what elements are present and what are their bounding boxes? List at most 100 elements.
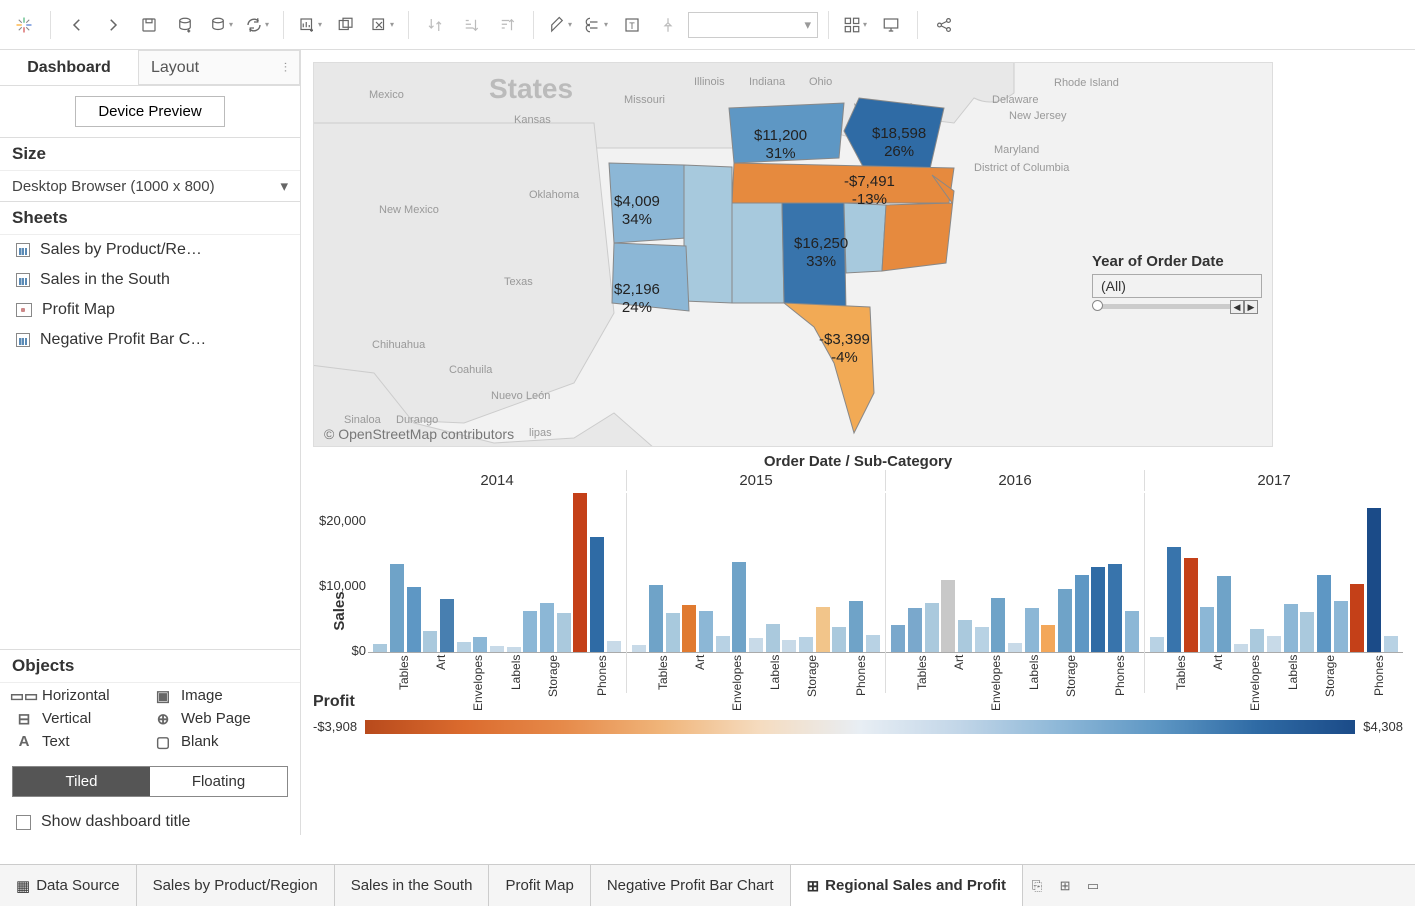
bar[interactable]	[1075, 575, 1089, 652]
slider-handle[interactable]	[1092, 300, 1103, 311]
bar[interactable]	[991, 598, 1005, 652]
bar[interactable]	[749, 638, 763, 652]
bar[interactable]	[1200, 607, 1214, 652]
bar[interactable]	[1008, 643, 1022, 652]
obj-vertical[interactable]: ⊟Vertical	[16, 710, 145, 727]
bar[interactable]	[816, 607, 830, 652]
slider-next[interactable]: ▶	[1244, 300, 1258, 314]
bar-chart-view[interactable]: TablesArtEnvelopesLabelsStoragePhonesTab…	[368, 493, 1403, 693]
bar[interactable]	[716, 636, 730, 652]
pin-button[interactable]	[652, 9, 684, 41]
bar[interactable]	[782, 640, 796, 652]
new-worksheet-button[interactable]	[294, 9, 326, 41]
tab-layout[interactable]: Layout⫶	[138, 50, 300, 85]
bt-tab-2[interactable]: Profit Map	[489, 865, 590, 906]
refresh-button[interactable]	[241, 9, 273, 41]
bar[interactable]	[766, 624, 780, 652]
bt-tab-4[interactable]: ⊞Regional Sales and Profit	[791, 865, 1023, 906]
sort-desc-button[interactable]	[491, 9, 523, 41]
bar[interactable]	[440, 599, 454, 652]
bar[interactable]	[457, 642, 471, 652]
bar[interactable]	[1384, 636, 1398, 652]
new-story-tab[interactable]: ▭	[1079, 878, 1107, 894]
obj-horizontal[interactable]: ▭▭Horizontal	[16, 687, 145, 704]
bar[interactable]	[407, 587, 421, 652]
bar[interactable]	[1025, 608, 1039, 652]
sort-asc-button[interactable]	[455, 9, 487, 41]
bar[interactable]	[732, 562, 746, 652]
year-slider[interactable]: ◀▶	[1096, 304, 1258, 309]
bar[interactable]	[1217, 576, 1231, 652]
bar[interactable]	[891, 625, 905, 652]
bar[interactable]	[941, 580, 955, 652]
bar[interactable]	[799, 637, 813, 652]
obj-text[interactable]: AText	[16, 733, 145, 750]
group-button[interactable]	[580, 9, 612, 41]
bar[interactable]	[1300, 612, 1314, 652]
obj-blank[interactable]: ▢Blank	[155, 733, 284, 750]
bar[interactable]	[473, 637, 487, 652]
highlight-button[interactable]	[544, 9, 576, 41]
bar[interactable]	[1317, 575, 1331, 652]
bar[interactable]	[1125, 611, 1139, 652]
bar[interactable]	[390, 564, 404, 652]
bar[interactable]	[490, 646, 504, 652]
bar[interactable]	[373, 644, 387, 652]
bt-tab-1[interactable]: Sales in the South	[335, 865, 490, 906]
share-button[interactable]	[928, 9, 960, 41]
bar[interactable]	[832, 627, 846, 652]
bar[interactable]	[1041, 625, 1055, 652]
bar[interactable]	[849, 601, 863, 652]
bar[interactable]	[1167, 547, 1181, 652]
show-me-button[interactable]	[839, 9, 871, 41]
show-title-checkbox[interactable]	[16, 815, 31, 830]
bar[interactable]	[908, 608, 922, 652]
bar[interactable]	[1350, 584, 1364, 652]
sheet-item-3[interactable]: Negative Profit Bar C…	[0, 325, 300, 355]
text-label-button[interactable]: T	[616, 9, 648, 41]
swap-button[interactable]	[419, 9, 451, 41]
bar[interactable]	[507, 647, 521, 652]
sheet-item-1[interactable]: Sales in the South	[0, 265, 300, 295]
pause-updates-button[interactable]	[205, 9, 237, 41]
new-worksheet-tab[interactable]: ⎘	[1023, 878, 1051, 894]
bar[interactable]	[540, 603, 554, 652]
bar[interactable]	[523, 611, 537, 652]
bar[interactable]	[1334, 601, 1348, 652]
bar[interactable]	[632, 645, 646, 652]
bar[interactable]	[1267, 636, 1281, 652]
bar[interactable]	[925, 603, 939, 652]
bar[interactable]	[590, 537, 604, 652]
slider-prev[interactable]: ◀	[1230, 300, 1244, 314]
bar[interactable]	[1091, 567, 1105, 652]
bar[interactable]	[1058, 589, 1072, 652]
tiled-button[interactable]: Tiled	[13, 767, 150, 796]
sheet-item-2[interactable]: Profit Map	[0, 295, 300, 325]
sheet-item-0[interactable]: Sales by Product/Re…	[0, 235, 300, 265]
undo-button[interactable]	[61, 9, 93, 41]
redo-button[interactable]	[97, 9, 129, 41]
bar[interactable]	[607, 641, 621, 652]
bt-tab-0[interactable]: Sales by Product/Region	[137, 865, 335, 906]
bar[interactable]	[1184, 558, 1198, 652]
filter-value-box[interactable]: (All)	[1092, 274, 1262, 298]
bar[interactable]	[423, 631, 437, 652]
data-source-tab[interactable]: ▦Data Source	[0, 865, 137, 906]
bar[interactable]	[1108, 564, 1122, 652]
bar[interactable]	[1367, 508, 1381, 652]
floating-button[interactable]: Floating	[150, 767, 287, 796]
save-button[interactable]	[133, 9, 165, 41]
filter-dropdown[interactable]: ▾	[688, 12, 818, 38]
size-selector[interactable]: Desktop Browser (1000 x 800)▾	[0, 171, 300, 201]
duplicate-sheet-button[interactable]	[330, 9, 362, 41]
device-preview-button[interactable]: Device Preview	[75, 96, 224, 127]
bt-tab-3[interactable]: Negative Profit Bar Chart	[591, 865, 791, 906]
obj-webpage[interactable]: ⊕Web Page	[155, 710, 284, 727]
bar[interactable]	[1250, 629, 1264, 652]
bar[interactable]	[1284, 604, 1298, 652]
presentation-button[interactable]	[875, 9, 907, 41]
bar[interactable]	[649, 585, 663, 652]
clear-sheet-button[interactable]	[366, 9, 398, 41]
new-dashboard-tab[interactable]: ⊞	[1051, 878, 1079, 894]
bar[interactable]	[958, 620, 972, 652]
